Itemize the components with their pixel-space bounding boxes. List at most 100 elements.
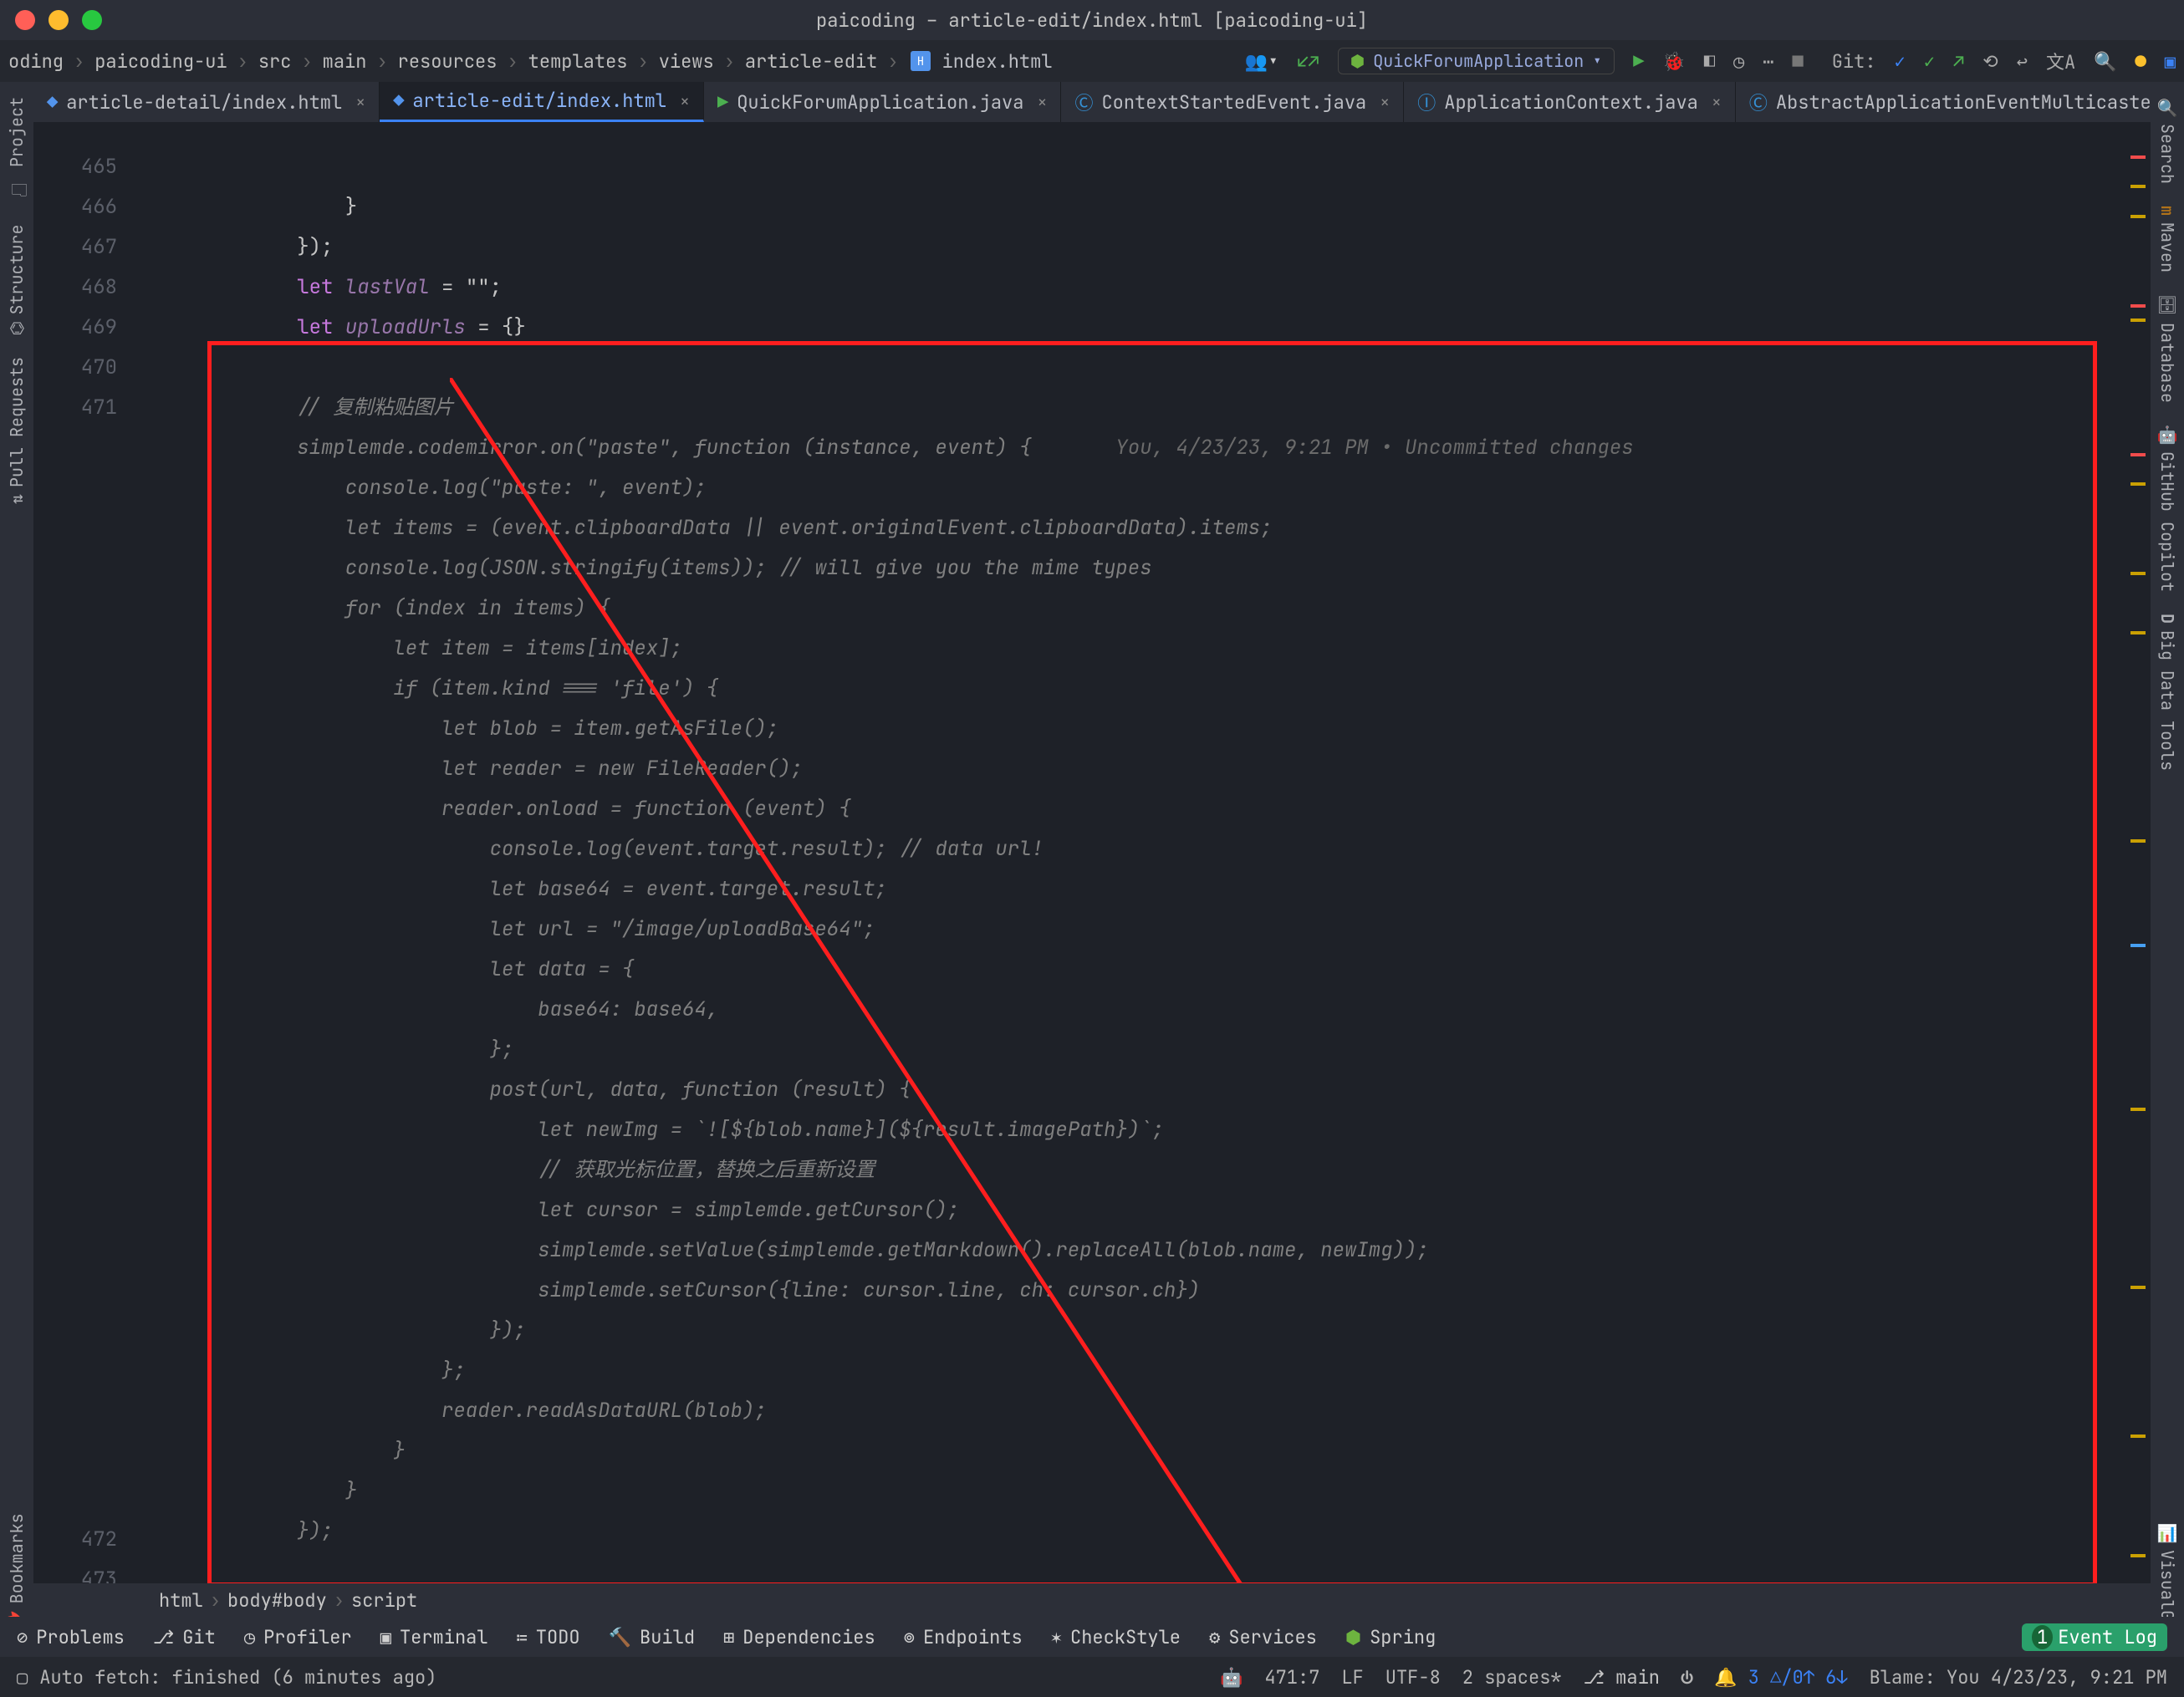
breadcrumbs[interactable]: oding› paicoding-ui› src› main› resource… (8, 49, 1053, 74)
close-tab-icon[interactable]: × (1037, 91, 1047, 113)
tool-endpoints[interactable]: ⊚Endpoints (904, 1625, 1023, 1649)
status-message: Auto fetch: finished (6 minutes ago) (39, 1665, 436, 1689)
close-window-icon[interactable] (15, 10, 35, 30)
spring-icon: ⬢ (1345, 1625, 1361, 1649)
line-number-gutter[interactable]: 465 466 467 468 469 470 471 (33, 147, 134, 428)
tool-window-search[interactable]: 🔍Search (2156, 97, 2178, 184)
bc-item[interactable]: html (159, 1588, 203, 1613)
run-icon[interactable]: ▶ (1633, 49, 1644, 74)
crumb[interactable]: resources (398, 49, 498, 74)
tool-window-structure[interactable]: ⌬Structure (6, 224, 28, 335)
crumb[interactable]: paicoding-ui (94, 49, 227, 74)
inline-author-hint[interactable]: You, 4/23/23, 9:21 PM • Uncommitted chan… (1115, 435, 1633, 461)
editor-tab[interactable]: ▶QuickForumApplication.java× (704, 82, 1061, 122)
indent-config[interactable]: 2 spaces* (1462, 1665, 1562, 1689)
close-tab-icon[interactable]: × (355, 91, 365, 113)
editor-tab[interactable]: ◆article-detail/index.html× (33, 82, 380, 122)
profile-icon[interactable]: ◷ (1733, 49, 1744, 74)
tool-services[interactable]: ⚙Services (1209, 1625, 1317, 1649)
tool-build[interactable]: 🔨Build (609, 1625, 695, 1649)
ide-settings-icon[interactable]: ● (2136, 49, 2146, 74)
blame-annotation[interactable]: Blame: You 4/23/23, 9:21 PM (1870, 1665, 2167, 1689)
crumb[interactable]: article-edit (745, 49, 877, 74)
caret-position[interactable]: 471:7 (1264, 1665, 1319, 1689)
debug-icon[interactable]: 🐞 (1662, 49, 1685, 74)
crumb[interactable]: views (659, 49, 714, 74)
editor-tab[interactable]: ⒸContextStartedEvent.java× (1061, 82, 1404, 122)
editor-tab[interactable]: ⒸAbstractApplicationEventMulticaster.jav… (1736, 82, 2151, 122)
todo-icon: ≔ (517, 1625, 528, 1649)
crumb[interactable]: main (323, 49, 367, 74)
line-number[interactable]: 470 (33, 348, 117, 388)
checkstyle-icon: ✶ (1051, 1625, 1062, 1649)
code-block-body: console.log("paste: ", event); let items… (201, 475, 1429, 1544)
file-encoding[interactable]: UTF-8 (1385, 1665, 1441, 1689)
mac-traffic-lights[interactable] (0, 10, 102, 30)
editor-tab[interactable]: ◆article-edit/index.html× (380, 82, 704, 122)
tool-checkstyle[interactable]: ✶CheckStyle (1051, 1625, 1181, 1649)
close-tab-icon[interactable]: × (1380, 91, 1390, 113)
translate-icon[interactable]: 文A (2046, 48, 2075, 74)
tool-window-pull-requests[interactable]: ⇅Pull Requests (6, 357, 28, 504)
tool-window-toggle-icon[interactable]: ▢ (17, 1665, 28, 1689)
tool-dependencies[interactable]: ⊞Dependencies (723, 1625, 875, 1649)
tool-window-maven[interactable]: mMaven (2156, 206, 2178, 273)
bc-item[interactable]: body#body (227, 1588, 327, 1613)
code-line (201, 354, 212, 380)
vcs-arrows-icon[interactable]: ↙↗ (1297, 49, 1319, 74)
close-tab-icon[interactable]: × (1712, 91, 1722, 113)
copilot-status-icon[interactable]: 🤖 (1220, 1665, 1243, 1689)
tool-todo[interactable]: ≔TODO (517, 1625, 580, 1649)
line-number[interactable]: 468 (33, 268, 117, 308)
crumb-file[interactable]: index.html (942, 49, 1053, 74)
git-branch[interactable]: ⎇ main (1584, 1665, 1660, 1689)
line-separator[interactable]: LF (1341, 1665, 1363, 1689)
power-save-icon[interactable]: ⏻ (1681, 1665, 1692, 1689)
coverage-icon[interactable]: ◧ (1704, 49, 1715, 74)
tool-window-database[interactable]: 🗄Database (2156, 294, 2178, 402)
git-update-icon[interactable]: ✓ (1895, 49, 1906, 74)
editor-tab[interactable]: ⒾApplicationContext.java× (1404, 82, 1736, 122)
minimize-window-icon[interactable] (48, 10, 69, 30)
line-number[interactable]: 465 (33, 147, 117, 187)
line-number[interactable]: 471 (33, 388, 117, 428)
tool-window-project[interactable]: 🗀Project (3, 97, 31, 202)
git-history-icon[interactable]: ⟲ (1982, 49, 1998, 74)
line-number[interactable]: 467 (33, 227, 117, 268)
close-tab-icon[interactable]: × (680, 90, 690, 112)
editor-breadcrumbs[interactable]: html› body#body› script (33, 1583, 2151, 1617)
tool-window-bookmarks[interactable]: 🔖Bookmarks (6, 1513, 28, 1630)
git-push-icon[interactable]: ↗ (1953, 49, 1964, 74)
crumb[interactable]: templates (528, 49, 628, 74)
tool-window-bigdata[interactable]: DBig Data Tools (2156, 614, 2178, 771)
git-commit-icon[interactable]: ✓ (1924, 49, 1935, 74)
notification-indicator[interactable]: 🔔 3 △/0↑ 6↓ (1714, 1665, 1847, 1689)
tool-profiler[interactable]: ◷Profiler (244, 1625, 352, 1649)
tool-window-visualgc[interactable]: 📊VisualGC (2156, 1523, 2178, 1630)
line-number[interactable]: 472 (33, 1520, 117, 1560)
search-everywhere-icon[interactable]: 🔍 (2094, 49, 2116, 74)
line-number[interactable]: 469 (33, 308, 117, 348)
more-run-icon[interactable]: ⋯ (1763, 49, 1773, 74)
editor[interactable]: 465 466 467 468 469 470 471 472 473 } })… (33, 122, 2125, 1617)
git-rollback-icon[interactable]: ↩ (2017, 49, 2028, 74)
tool-window-copilot[interactable]: 🤖GitHub Copilot (2156, 425, 2178, 592)
tool-spring[interactable]: ⬢Spring (1345, 1625, 1436, 1649)
tool-git[interactable]: ⎇Git (153, 1625, 216, 1649)
code-area[interactable]: } }); let lastVal = ""; let uploadUrls =… (201, 147, 2117, 1672)
spring-run-icon: ⬢ (1350, 50, 1365, 72)
toolbar-more-icon[interactable]: ▣ (2165, 49, 2176, 74)
error-stripe[interactable] (2129, 125, 2147, 1613)
bc-item[interactable]: script (351, 1588, 417, 1613)
run-configuration-selector[interactable]: ⬢ QuickForumApplication ▾ (1338, 48, 1615, 74)
stop-icon[interactable]: ■ (1793, 49, 1804, 74)
tool-problems[interactable]: ⊘Problems (17, 1625, 125, 1649)
zoom-window-icon[interactable] (82, 10, 102, 30)
crumb[interactable]: src (258, 49, 292, 74)
tool-terminal[interactable]: ▣Terminal (380, 1625, 488, 1649)
editor-tabs: ◆article-detail/index.html× ◆article-edi… (33, 82, 2151, 122)
users-icon[interactable]: 👥▾ (1245, 49, 1279, 74)
event-log-button[interactable]: 1Event Log (2022, 1623, 2167, 1651)
crumb[interactable]: oding (8, 49, 64, 74)
line-number[interactable]: 466 (33, 187, 117, 227)
